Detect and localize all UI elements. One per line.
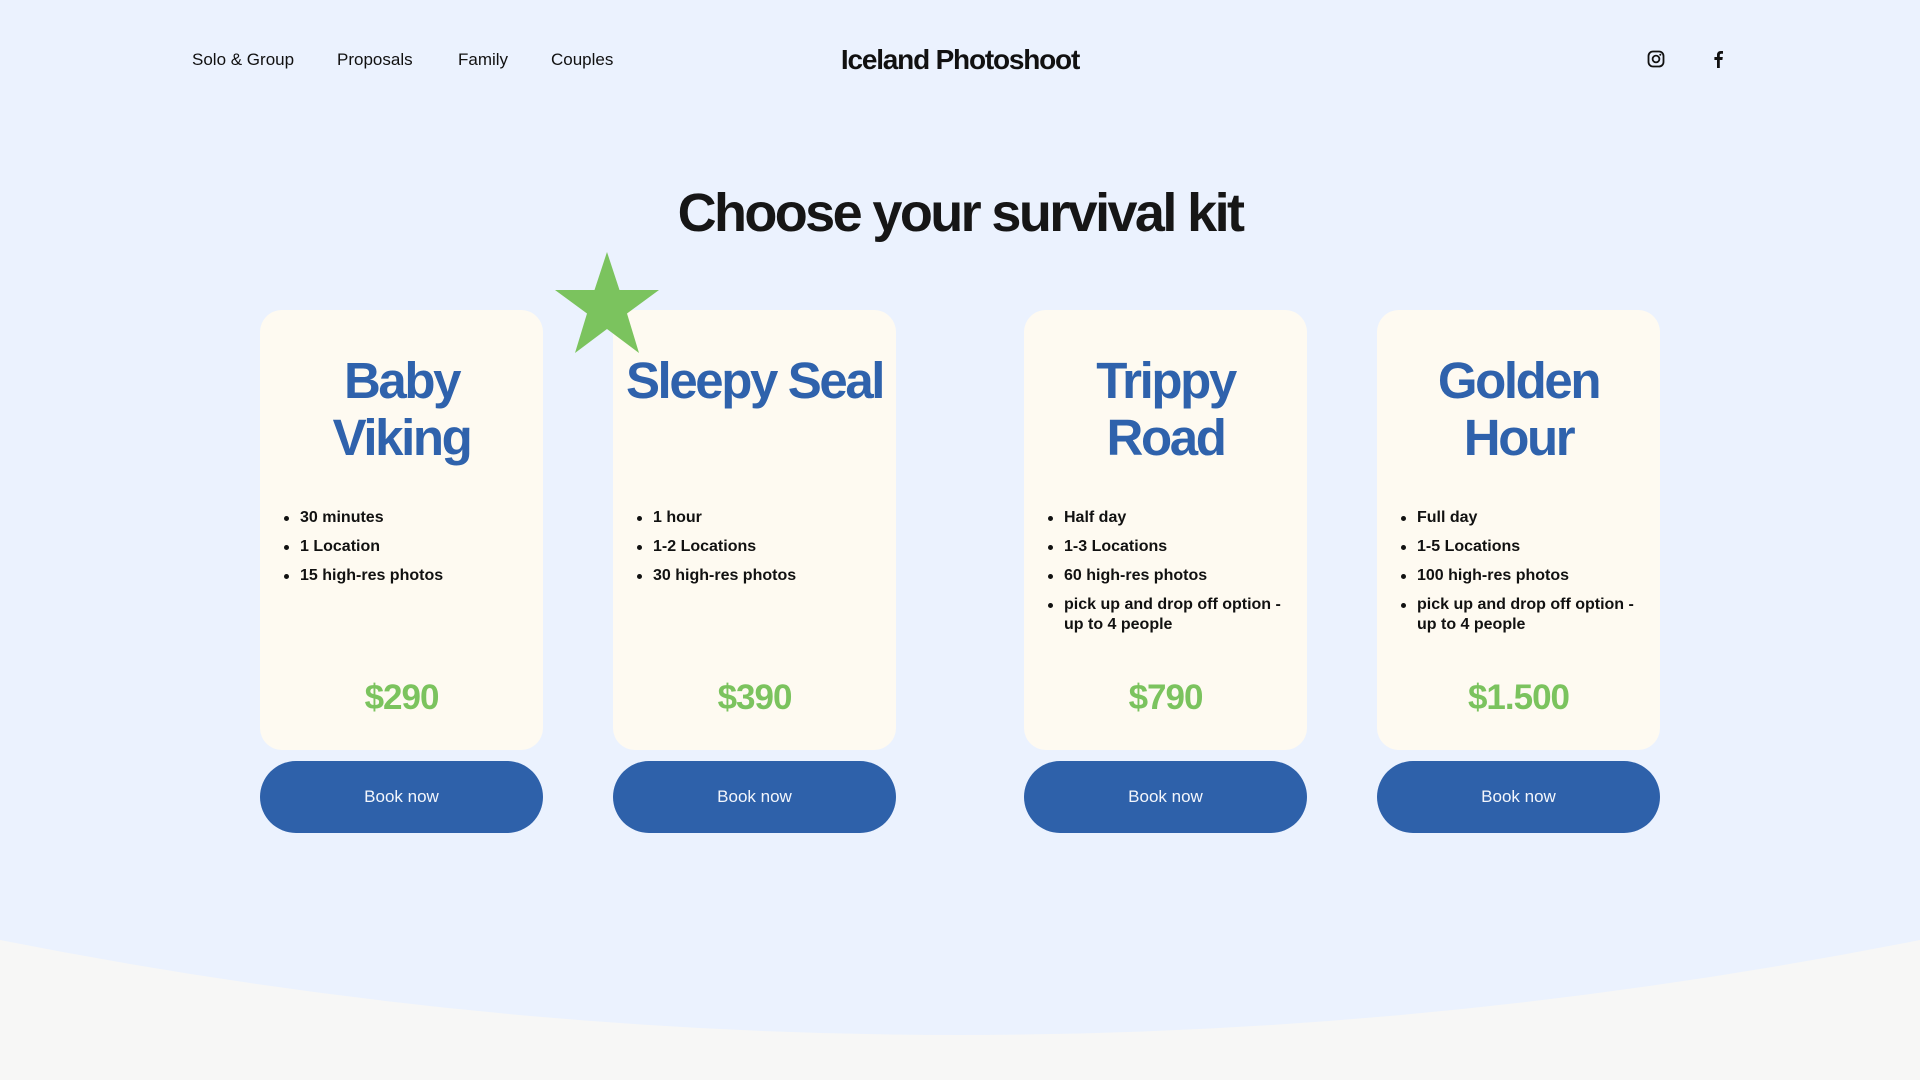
package-title-line: Hour <box>1463 409 1576 466</box>
package-price: $290 <box>364 678 440 717</box>
instagram-icon[interactable] <box>1645 48 1667 70</box>
package-title-line: Sleepy Seal <box>625 352 886 409</box>
package-title-line: Golden <box>1437 352 1602 409</box>
feature-item: pick up and drop off option - up to 4 pe… <box>1399 595 1650 635</box>
book-now-button-sleepy-seal[interactable]: Book now <box>613 761 896 833</box>
site-logo[interactable]: Iceland Photoshoot <box>841 44 1080 75</box>
feature-item: 60 high-res photos <box>1046 566 1297 586</box>
page-headline: Choose your survival kit <box>677 183 1245 243</box>
book-now-button-golden-hour[interactable]: Book now <box>1377 761 1660 833</box>
package-title: Trippy Road <box>1024 352 1307 466</box>
nav-link-solo-group[interactable]: Solo & Group <box>192 50 294 70</box>
feature-item: 1-5 Locations <box>1399 537 1650 557</box>
facebook-icon[interactable] <box>1707 48 1729 70</box>
nav-link-couples[interactable]: Couples <box>551 50 613 70</box>
package-title: Sleepy Seal <box>613 352 896 409</box>
feature-item: 1-2 Locations <box>635 537 886 557</box>
nav-link-family[interactable]: Family <box>458 50 508 70</box>
package-card-baby-viking: Baby Viking 30 minutes 1 Location 15 hig… <box>260 310 543 750</box>
book-now-button-baby-viking[interactable]: Book now <box>260 761 543 833</box>
feature-item: 1-3 Locations <box>1046 537 1297 557</box>
package-title-line: Trippy <box>1096 352 1237 409</box>
feature-item: Full day <box>1399 508 1650 528</box>
feature-list: Full day 1-5 Locations 100 high-res phot… <box>1399 508 1650 644</box>
feature-item: 15 high-res photos <box>282 566 533 586</box>
site-header: Solo & Group Proposals Family Couples Ic… <box>0 0 1920 122</box>
package-price: $1.500 <box>1467 678 1570 717</box>
feature-item: 30 minutes <box>282 508 533 528</box>
package-price: $790 <box>1128 678 1204 717</box>
feature-list: 1 hour 1-2 Locations 30 high-res photos <box>635 508 886 595</box>
nav-link-proposals[interactable]: Proposals <box>337 50 413 70</box>
feature-list: 30 minutes 1 Location 15 high-res photos <box>282 508 533 595</box>
feature-list: Half day 1-3 Locations 60 high-res photo… <box>1046 508 1297 644</box>
feature-item: pick up and drop off option - up to 4 pe… <box>1046 595 1297 635</box>
package-card-sleepy-seal: Sleepy Seal 1 hour 1-2 Locations 30 high… <box>613 310 896 750</box>
package-title-line: Viking <box>332 409 473 466</box>
star-icon <box>555 252 659 353</box>
feature-item: 30 high-res photos <box>635 566 886 586</box>
package-title-line: Baby <box>343 352 462 409</box>
package-title: Baby Viking <box>260 352 543 466</box>
feature-item: Half day <box>1046 508 1297 528</box>
feature-item: 100 high-res photos <box>1399 566 1650 586</box>
package-title-line: Road <box>1106 409 1227 466</box>
feature-item: 1 Location <box>282 537 533 557</box>
package-price: $390 <box>717 678 793 717</box>
feature-item: 1 hour <box>635 508 886 528</box>
package-title: Golden Hour <box>1377 352 1660 466</box>
package-card-trippy-road: Trippy Road Half day 1-3 Locations 60 hi… <box>1024 310 1307 750</box>
book-now-button-trippy-road[interactable]: Book now <box>1024 761 1307 833</box>
package-card-golden-hour: Golden Hour Full day 1-5 Locations 100 h… <box>1377 310 1660 750</box>
